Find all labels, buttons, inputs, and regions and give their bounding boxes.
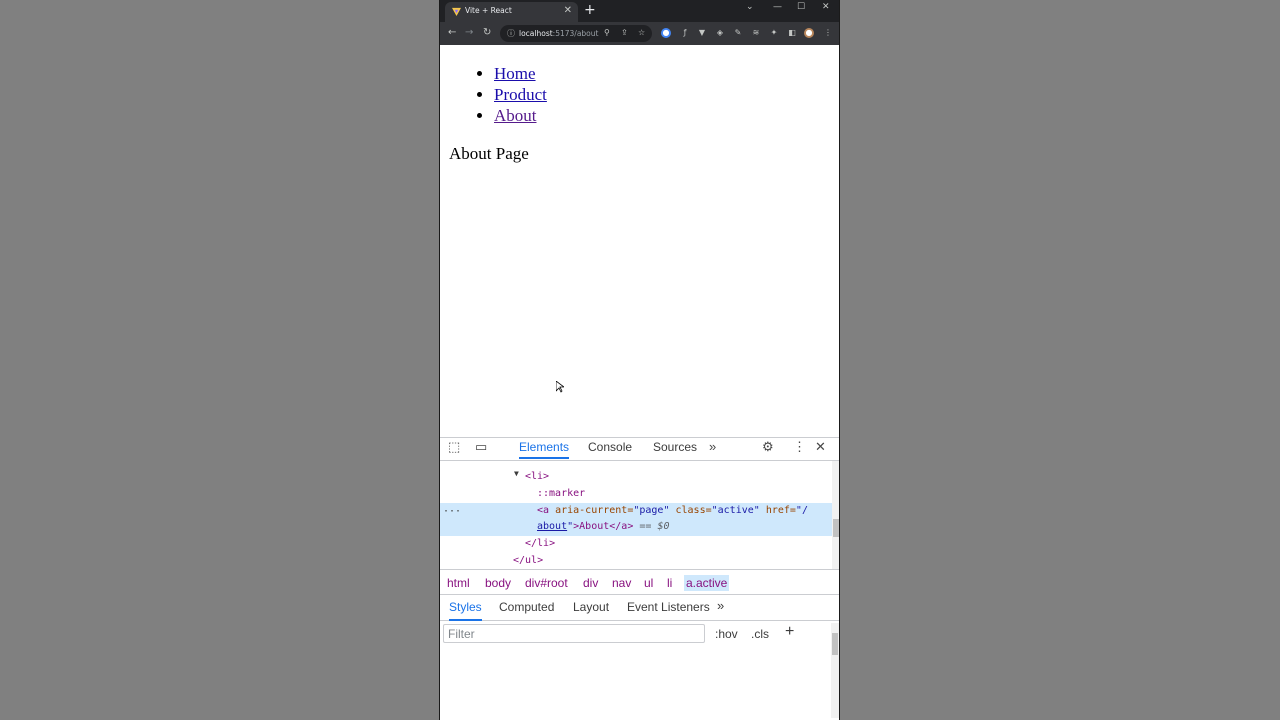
browser-toolbar: ← → ↻ ⓘ localhost:5173/about ⚲ ⇪ ☆ ● ƒ ▼…	[440, 22, 839, 45]
nav-item-about: About	[494, 105, 547, 126]
share-icon[interactable]: ⇪	[621, 28, 628, 37]
back-icon[interactable]: ←	[448, 27, 456, 39]
dom-li-close[interactable]: </li>	[525, 538, 555, 549]
dom-attr-class-val: "active"	[711, 505, 760, 516]
crumb-li[interactable]: li	[667, 576, 672, 590]
node-actions-icon[interactable]: ···	[443, 506, 461, 517]
dom-anchor-line-2[interactable]: about">About</a> == $0	[537, 521, 669, 532]
dom-attr-class-name: class=	[669, 505, 712, 516]
crumb-body[interactable]: body	[485, 576, 511, 590]
url-path: :5173/about	[552, 29, 599, 38]
nav-link-home[interactable]: Home	[494, 64, 536, 83]
crumb-div-root[interactable]: div#root	[525, 576, 568, 590]
devtools-panel: ⬚ ▭ Elements Console Sources » ⚙ ⋮ ✕ ···…	[440, 437, 839, 720]
dom-li-open[interactable]: <li>	[525, 471, 549, 482]
extension-eyedropper-icon[interactable]: ✎	[733, 28, 743, 38]
dom-scrollbar[interactable]	[832, 461, 839, 569]
minimize-icon[interactable]: —	[773, 2, 782, 12]
cls-toggle[interactable]: .cls	[751, 627, 769, 641]
extension-circle-icon[interactable]: ●	[661, 28, 671, 38]
forward-icon[interactable]: →	[465, 27, 473, 39]
new-tab-button[interactable]: +	[584, 3, 596, 17]
devtools-tab-bar: ⬚ ▭ Elements Console Sources » ⚙ ⋮ ✕	[440, 438, 839, 461]
dom-ul-close[interactable]: </ul>	[513, 555, 543, 566]
extension-capture-icon[interactable]: ◈	[715, 28, 725, 38]
crumb-div[interactable]: div	[583, 576, 598, 590]
crumb-a-active[interactable]: a.active	[684, 575, 730, 591]
dom-a-text: >About</a>	[573, 521, 634, 532]
close-devtools-icon[interactable]: ✕	[815, 439, 826, 455]
device-toolbar-icon[interactable]: ▭	[475, 439, 487, 455]
bookmark-star-icon[interactable]: ☆	[638, 28, 645, 37]
address-bar[interactable]: ⓘ localhost:5173/about ⚲ ⇪ ☆	[500, 25, 652, 42]
close-window-icon[interactable]: ✕	[822, 2, 830, 12]
vite-favicon-icon	[452, 7, 461, 16]
dom-attr-aria-val: "page"	[633, 505, 670, 516]
extension-layers-icon[interactable]: ≋	[751, 28, 761, 38]
more-tabs-icon[interactable]: »	[709, 439, 716, 454]
nav-link-product[interactable]: Product	[494, 85, 547, 104]
tab-console[interactable]: Console	[588, 440, 632, 454]
tab-title: Vite + React	[465, 6, 512, 15]
settings-gear-icon[interactable]: ⚙	[762, 439, 774, 455]
styles-scrollbar[interactable]	[831, 623, 839, 718]
dom-attr-href-val1: "/	[795, 505, 808, 516]
expand-triangle-icon[interactable]: ▼	[514, 469, 519, 478]
maximize-icon[interactable]: ☐	[797, 2, 805, 12]
tab-close-icon[interactable]: ✕	[564, 5, 572, 17]
tab-elements[interactable]: Elements	[519, 440, 570, 459]
hov-toggle[interactable]: :hov	[715, 627, 738, 641]
more-subtabs-icon[interactable]: »	[717, 598, 724, 613]
styles-subtab-bar: Styles Computed Layout Event Listeners »	[440, 595, 839, 621]
devtools-menu-icon[interactable]: ⋮	[793, 439, 806, 455]
tab-strip: Vite + React ✕ + ⌄ — ☐ ✕	[440, 0, 839, 22]
styles-filter-input[interactable]: Filter	[443, 624, 705, 643]
browser-window: Vite + React ✕ + ⌄ — ☐ ✕ ← → ↻ ⓘ localho…	[439, 0, 840, 720]
styles-scrollbar-thumb[interactable]	[832, 633, 838, 655]
tab-sources[interactable]: Sources	[653, 440, 697, 454]
dom-a-open: <a	[537, 505, 550, 516]
subtab-layout[interactable]: Layout	[573, 600, 609, 614]
nav-link-about[interactable]: About	[494, 106, 537, 125]
side-panel-icon[interactable]: ◧	[787, 28, 797, 38]
dom-anchor-line-1[interactable]: <a aria-current="page" class="active" hr…	[537, 505, 808, 516]
subtab-event-listeners[interactable]: Event Listeners	[627, 600, 710, 614]
dom-marker[interactable]: ::marker	[537, 488, 585, 499]
breadcrumb: html body div#root div nav ul li a.activ…	[440, 569, 839, 595]
site-info-icon[interactable]: ⓘ	[507, 28, 515, 39]
extension-vue-icon[interactable]: ▼	[697, 28, 707, 38]
new-style-rule-button[interactable]: +	[785, 623, 794, 641]
url-host: localhost	[519, 29, 553, 38]
nav-item-home: Home	[494, 63, 547, 84]
tab-search-icon[interactable]: ⌄	[746, 2, 754, 12]
nav-list: Home Product About	[494, 63, 547, 126]
extension-fx-icon[interactable]: ƒ	[680, 28, 690, 38]
mouse-cursor-icon	[556, 381, 564, 393]
subtab-computed[interactable]: Computed	[499, 600, 554, 614]
page-viewport: Home Product About About Page	[440, 45, 839, 437]
page-heading: About Page	[449, 144, 529, 163]
crumb-nav[interactable]: nav	[612, 576, 631, 590]
dom-scrollbar-thumb[interactable]	[833, 519, 839, 537]
crumb-html[interactable]: html	[447, 576, 470, 590]
crumb-ul[interactable]: ul	[644, 576, 653, 590]
inspect-element-icon[interactable]: ⬚	[448, 439, 460, 455]
dom-tree[interactable]: ··· ▼ <li> ::marker <a aria-current="pag…	[440, 461, 832, 569]
zoom-icon[interactable]: ⚲	[604, 28, 610, 37]
dom-eq-marker: == $0	[633, 521, 670, 532]
profile-avatar-icon[interactable]: ●	[804, 28, 814, 38]
subtab-styles[interactable]: Styles	[449, 600, 482, 621]
dom-attr-href-name: href=	[759, 505, 796, 516]
dom-attr-href-val2[interactable]: about	[537, 521, 567, 532]
browser-tab[interactable]: Vite + React ✕	[445, 2, 578, 22]
browser-menu-icon[interactable]: ⋮	[823, 28, 833, 38]
dom-attr-aria-name: aria-current=	[549, 505, 634, 516]
nav-item-product: Product	[494, 84, 547, 105]
url-text: localhost:5173/about	[519, 29, 598, 38]
reload-icon[interactable]: ↻	[483, 27, 491, 39]
extensions-puzzle-icon[interactable]: ✦	[769, 28, 779, 38]
